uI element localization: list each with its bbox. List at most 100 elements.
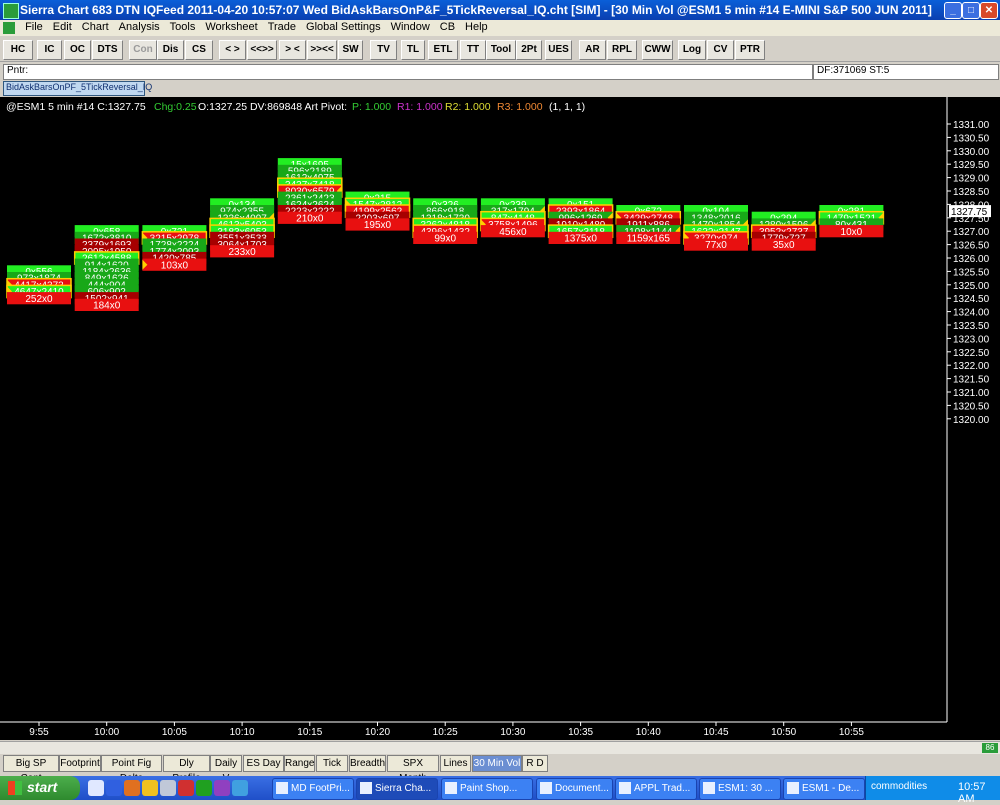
tool-button-19[interactable]: AR [579, 40, 606, 60]
study-name-box[interactable]: BidAskBarsOnPF_5TickReversal_IQ [3, 81, 152, 96]
taskbar-item[interactable]: MD FootPri... [272, 778, 354, 800]
tab-spx-month[interactable]: SPX Month [387, 755, 439, 784]
tool-button-11[interactable]: SW [338, 40, 363, 60]
tool-button-7[interactable]: < > [219, 40, 246, 60]
tab-range[interactable]: Range [284, 755, 315, 772]
menu-trade[interactable]: Trade [263, 20, 301, 33]
firefox-icon[interactable] [124, 780, 140, 796]
tool-button-0[interactable]: HC [3, 40, 33, 60]
minimize-button[interactable]: _ [944, 2, 962, 19]
tool-button-6[interactable]: CS [185, 40, 213, 60]
chart-header-text: P: 1.000 [352, 101, 391, 113]
tab-footprint[interactable]: Footprint [59, 755, 101, 772]
close-button[interactable]: ✕ [980, 2, 998, 19]
tab-big-sp-cont[interactable]: Big SP Cont [3, 755, 59, 784]
taskbar-item[interactable]: ESM1 - De... [783, 778, 865, 800]
menu-global-settings[interactable]: Global Settings [301, 20, 386, 33]
tool-button-10[interactable]: >><< [307, 40, 337, 60]
start-button[interactable]: start [0, 776, 80, 800]
quicklaunch-icon-9[interactable] [232, 780, 248, 796]
task-app-icon [276, 782, 288, 794]
task-label: Paint Shop... [460, 783, 518, 794]
tool-button-24[interactable]: PTR [735, 40, 765, 60]
time-label: 10:35 [568, 727, 593, 738]
time-label: 10:30 [500, 727, 525, 738]
data-file-status: DF:371069 ST:5 [813, 64, 999, 80]
taskbar-item[interactable]: APPL Trad... [615, 778, 697, 800]
price-label: 1327.00 [953, 227, 990, 238]
tray-label: commodities [871, 781, 928, 792]
toolbar: HC IC OC DTS Con Dis CS < > <<>> > < >><< SW TV TL ETL… [0, 37, 1000, 62]
taskbar-item[interactable]: Document... [536, 778, 613, 800]
footprint-cell-label: 103x0 [161, 260, 189, 271]
taskbar-item[interactable]: Paint Shop... [441, 778, 533, 800]
tab-point-fig-delta[interactable]: Point Fig Delta [101, 755, 162, 784]
quicklaunch-icon-7[interactable] [196, 780, 212, 796]
tab-daily-v[interactable]: Daily V [210, 755, 242, 784]
price-label: 1329.00 [953, 174, 990, 185]
tool-button-14[interactable]: ETL [428, 40, 458, 60]
menu-chart[interactable]: Chart [77, 20, 114, 33]
tool-button-5[interactable]: Dis [157, 40, 184, 60]
tool-button-16[interactable]: Tool [486, 40, 516, 60]
menu-tools[interactable]: Tools [165, 20, 201, 33]
chart-header-text: R3: 1.000 [497, 101, 543, 113]
price-label: 1321.50 [953, 375, 990, 386]
tool-button-3[interactable]: DTS [92, 40, 123, 60]
menu-help[interactable]: Help [460, 20, 493, 33]
menu-file[interactable]: File [20, 20, 48, 33]
title-bar: Sierra Chart 683 DTN IQFeed 2011-04-20 1… [0, 0, 1000, 20]
menu-edit[interactable]: Edit [48, 20, 77, 33]
price-label: 1326.50 [953, 241, 990, 252]
quicklaunch-icon-5[interactable] [160, 780, 176, 796]
chart-header-text: Chg:0.25 [154, 101, 197, 113]
app-icon [3, 3, 19, 19]
tab-r-d[interactable]: R D [522, 755, 548, 772]
menu-worksheet[interactable]: Worksheet [200, 20, 262, 33]
tool-button-18[interactable]: UES [545, 40, 572, 60]
task-app-icon [445, 782, 457, 794]
tool-button-23[interactable]: CV [707, 40, 734, 60]
star-icon[interactable] [142, 780, 158, 796]
horizontal-scrollbar[interactable]: 86 [0, 741, 1000, 754]
tab-dly-profile[interactable]: Dly Profile [163, 755, 210, 784]
tool-button-9[interactable]: > < [279, 40, 306, 60]
menu-analysis[interactable]: Analysis [114, 20, 165, 33]
quicklaunch-icon-8[interactable] [214, 780, 230, 796]
menu-bar: File Edit Chart Analysis Tools Worksheet Trade… [0, 20, 1000, 36]
tab-breadth[interactable]: Breadth [349, 755, 386, 772]
tool-button-12[interactable]: TV [370, 40, 397, 60]
price-label: 1322.00 [953, 361, 990, 372]
ie-icon[interactable] [106, 780, 122, 796]
tool-button-15[interactable]: TT [460, 40, 486, 60]
quicklaunch-icon-6[interactable] [178, 780, 194, 796]
tab-30-min-vol[interactable]: 30 Min Vol [472, 755, 522, 772]
task-label: Sierra Cha... [375, 783, 432, 794]
study-name: BidAskBarsOnPF_5TickReversal_IQ [6, 82, 153, 92]
tool-button-17[interactable]: 2Pt [516, 40, 542, 60]
quicklaunch-icon-1[interactable] [88, 780, 104, 796]
tool-button-1[interactable]: IC [37, 40, 62, 60]
task-label: Document... [555, 783, 609, 794]
footprint-cell-label: 252x0 [25, 294, 53, 305]
tool-button-8[interactable]: <<>> [247, 40, 277, 60]
task-label: APPL Trad... [634, 783, 691, 794]
tool-button-22[interactable]: Log [678, 40, 706, 60]
taskbar-item[interactable]: ESM1: 30 ... [699, 778, 781, 800]
chart-area[interactable]: 1331.00 1330.50 1330.00 1329.50 1329.00 1328.… [0, 97, 1000, 740]
price-label: 1329.50 [953, 160, 990, 171]
tool-button-20[interactable]: RPL [607, 40, 637, 60]
time-label: 9:55 [29, 727, 49, 738]
tab-lines[interactable]: Lines [440, 755, 471, 772]
tool-button-21[interactable]: CWW [642, 40, 673, 60]
tab-tick[interactable]: Tick [316, 755, 348, 772]
taskbar-item[interactable]: Sierra Cha... [356, 778, 438, 800]
menu-cb[interactable]: CB [435, 20, 460, 33]
tool-button-4[interactable]: Con [129, 40, 157, 60]
pointer-field[interactable]: Pntr: [3, 64, 813, 80]
tool-button-2[interactable]: OC [64, 40, 91, 60]
maximize-button[interactable]: □ [962, 2, 980, 19]
menu-window[interactable]: Window [386, 20, 435, 33]
tab-es-day[interactable]: ES Day [243, 755, 284, 772]
tool-button-13[interactable]: TL [401, 40, 425, 60]
